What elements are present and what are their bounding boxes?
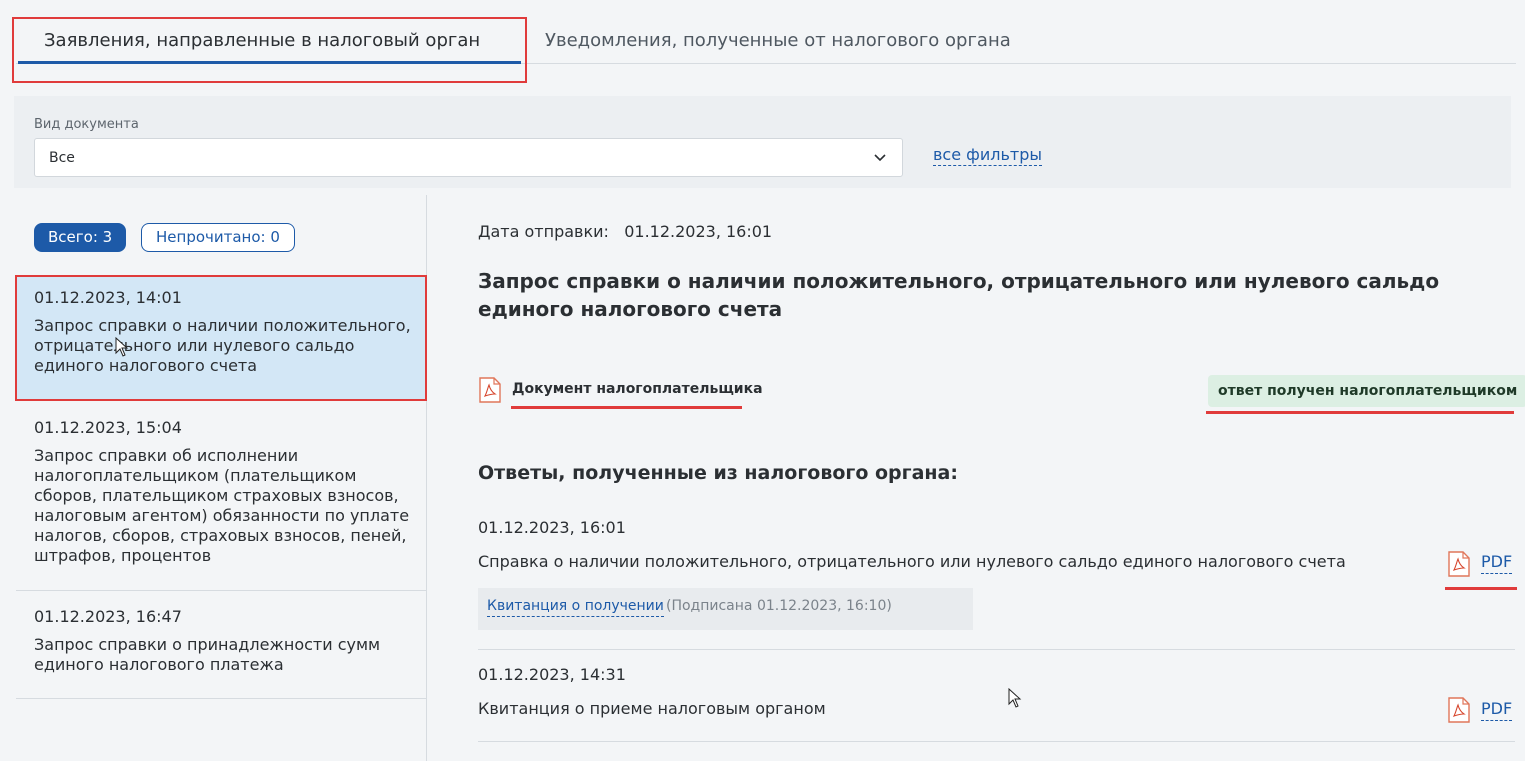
- answer-date: 01.12.2023, 14:31: [478, 665, 626, 684]
- all-filters-link[interactable]: все фильтры: [933, 145, 1042, 166]
- answers-heading: Ответы, полученные из налогового органа:: [478, 462, 958, 484]
- answer-text: Квитанция о приеме налоговым органом: [478, 699, 826, 718]
- doc-type-value: Все: [49, 150, 75, 166]
- doc-type-label: Вид документа: [34, 117, 139, 132]
- answer-text: Справка о наличии положительного, отрица…: [478, 552, 1346, 571]
- doc-type-select[interactable]: Все: [34, 138, 903, 177]
- list-item-date: 01.12.2023, 15:04: [34, 418, 182, 437]
- highlight-frame-item: [15, 275, 427, 401]
- pdf-icon: [479, 377, 501, 403]
- receipt-panel: Квитанция о получении (Подписана 01.12.2…: [478, 588, 973, 630]
- highlight-underline-pdf: [1445, 587, 1517, 590]
- list-item-date: 01.12.2023, 16:47: [34, 607, 182, 626]
- send-date-value: 01.12.2023, 16:01: [624, 222, 773, 241]
- list-item[interactable]: 01.12.2023, 16:47 Запрос справки о прина…: [16, 607, 426, 675]
- receipt-link[interactable]: Квитанция о получении: [487, 598, 664, 617]
- list-item-title: Запрос справки о принадлежности сумм еди…: [34, 635, 381, 674]
- tab-notifications[interactable]: Уведомления, полученные от налогового ор…: [545, 30, 1011, 51]
- send-date: Дата отправки: 01.12.2023, 16:01: [478, 222, 772, 241]
- filter-total-badge[interactable]: Всего: 3: [34, 223, 127, 252]
- document-title: Запрос справки о наличии положительного,…: [478, 269, 1440, 321]
- pdf-icon[interactable]: [1448, 697, 1470, 723]
- pdf-download-link[interactable]: PDF: [1481, 699, 1513, 721]
- chevron-down-icon: [874, 154, 886, 162]
- pdf-download-link[interactable]: PDF: [1481, 552, 1513, 574]
- list-separator: [16, 698, 426, 699]
- send-date-label: Дата отправки:: [478, 222, 609, 241]
- mouse-pointer-icon: [115, 337, 129, 357]
- highlight-underline-doc: [511, 406, 742, 409]
- receipt-signed-info: (Подписана 01.12.2023, 16:10): [666, 598, 892, 614]
- answers-separator: [478, 741, 1515, 742]
- taxpayer-document-link[interactable]: Документ налогоплательщика: [512, 381, 763, 397]
- answers-separator: [478, 649, 1515, 650]
- list-item-title: Запрос справки об исполнении налогоплате…: [34, 446, 410, 565]
- status-badge: ответ получен налогоплательщиком: [1208, 375, 1525, 407]
- list-item[interactable]: 01.12.2023, 15:04 Запрос справки об испо…: [16, 418, 426, 566]
- answer-date: 01.12.2023, 16:01: [478, 518, 626, 537]
- mouse-pointer-icon: [1008, 688, 1022, 708]
- pdf-icon[interactable]: [1448, 551, 1470, 577]
- highlight-frame-tab: [12, 17, 527, 83]
- filter-unread-badge[interactable]: Непрочитано: 0: [141, 223, 295, 252]
- list-separator: [16, 590, 426, 591]
- highlight-underline-status: [1206, 411, 1514, 414]
